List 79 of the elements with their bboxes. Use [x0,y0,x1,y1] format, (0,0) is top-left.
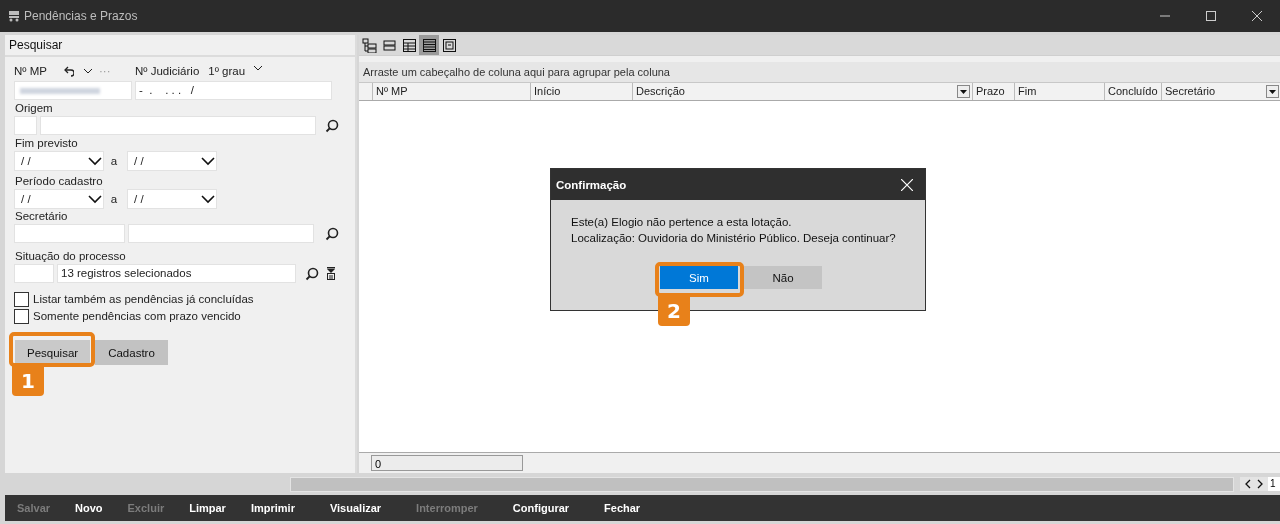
chevron-icon [201,192,215,205]
tree-view-icon [361,37,377,53]
checkbox[interactable] [14,308,29,324]
yes-button[interactable]: Sim [660,266,738,289]
field-label: Nº MP [14,65,48,77]
toolbar-button[interactable]: Imprimir [247,498,298,518]
date-dropdown[interactable]: / / [14,188,104,209]
input-field[interactable] [128,224,314,243]
scroll-bar[interactable] [290,476,1234,492]
input-field[interactable] [14,224,125,243]
input-field[interactable] [40,116,316,135]
column-header[interactable]: Descrição [633,83,973,100]
dialog-message: Este(a) Elogio não pertence a esta lotação. [571,215,793,230]
column-header[interactable]: Concluído [1105,83,1162,100]
dialog-message: Localização: Ouvidoria do Ministério Público. Deseja continuar? [571,231,897,246]
undo-icon[interactable] [62,65,74,77]
toolbar-button[interactable]: Visualizar [326,498,385,518]
dialog-title: Confirmação [556,178,627,191]
date-dropdown[interactable]: / / [14,150,104,171]
column-header[interactable]: Fim [1015,83,1105,100]
dropdown-arrow-icon [960,89,967,94]
maximize-icon[interactable] [1206,11,1216,21]
close-icon[interactable] [1252,11,1262,21]
app-logo-icon [8,10,20,22]
checkbox[interactable] [14,291,29,307]
search-icon[interactable] [325,226,339,241]
column-header[interactable]: Nº MP [373,83,531,100]
input-field[interactable]: 13 registros selecionados [57,264,296,283]
field-label: Fim previsto [14,136,79,150]
next-icon[interactable] [1256,479,1264,489]
group-by-hint: Arraste um cabeçalho de coluna aqui para agrupar pela coluna [359,62,1280,83]
input-field[interactable] [14,264,54,283]
field-label: Secretário [14,209,69,223]
chevron-icon [201,154,215,167]
field-label: Origem [14,101,54,115]
checkbox-label: Listar também as pendências já concluídas [33,293,254,305]
range-separator: a [109,154,119,167]
chevron-icon [88,192,102,205]
toolbar-button[interactable]: Limpar [186,498,229,518]
field-label: Situação do processo [14,249,127,263]
chevron-icon[interactable] [253,64,264,72]
view-button[interactable] [359,35,379,55]
input-field[interactable] [14,116,37,135]
step-number-badge: 2 [658,296,690,326]
form-view-icon [441,37,457,53]
checkbox-label: Somente pendências com prazo vencido [33,310,241,322]
panel-header: Pesquisar [5,35,355,57]
filter-icon[interactable] [326,267,336,280]
date-dropdown[interactable]: / / [127,188,217,209]
range-separator: a [109,192,119,205]
column-header[interactable]: Início [531,83,633,100]
window-title: Pendências e Prazos [24,9,139,23]
list-view-icon [421,37,437,53]
toolbar-button[interactable]: Fechar [601,498,644,518]
page-number: 1 [1268,477,1280,491]
column-header[interactable]: Secretário [1162,83,1280,100]
register-button[interactable]: Cadastro [95,340,168,365]
toolbar-button[interactable]: Configurar [509,498,573,518]
previous-icon[interactable] [1244,479,1252,489]
no-button[interactable]: Não [744,266,822,289]
search-icon[interactable] [325,118,339,133]
step-number-badge: 1 [12,366,44,396]
date-dropdown[interactable]: / / [127,150,217,171]
input-field[interactable] [14,81,132,100]
chevron-icon[interactable] [83,67,93,75]
view-button[interactable] [419,35,439,55]
column-header[interactable]: Prazo [973,83,1015,100]
rows-icon [381,37,397,53]
field-label: Período cadastro [14,174,104,188]
toolbar-button[interactable]: Novo [72,498,106,518]
field-label: Nº Judiciário [135,65,200,77]
chevron-icon [88,154,102,167]
input-field[interactable]: - . . . . / [135,81,332,100]
search-icon[interactable] [305,266,319,281]
search-button[interactable]: Pesquisar [15,340,90,365]
degree-label: 1º grau [208,65,246,77]
dropdown-arrow-icon [1269,89,1276,94]
record-count: 0 [371,455,523,471]
table-icon [401,37,417,53]
